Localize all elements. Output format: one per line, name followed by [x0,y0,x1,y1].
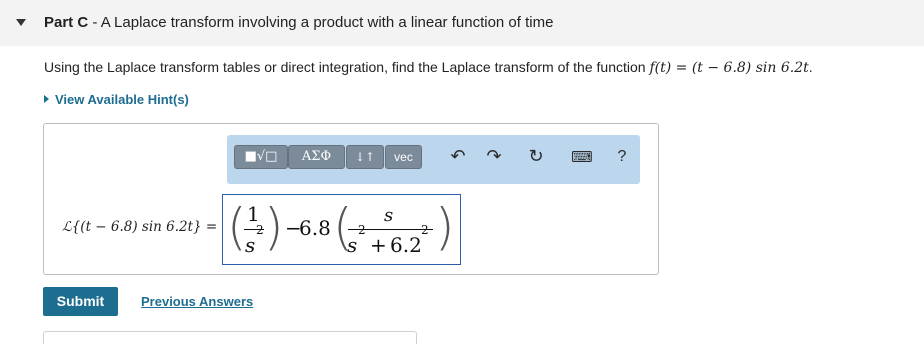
left-paren: ( [227,198,247,256]
answer-input[interactable]: ( 1 s 2 ) − 6.8 ( s s 2 + 6.2 2 ) [222,194,461,265]
submit-button[interactable]: Submit [43,287,118,316]
question-text: Using the Laplace transform tables or di… [44,59,813,76]
term2-exponent-s: 2 [358,223,366,237]
hint-caret-icon [44,95,49,103]
term2-denominator-s: s [347,233,358,257]
part-header: Part C - A Laplace transform involving a… [0,0,924,46]
reset-icon[interactable]: ↻ [525,146,547,168]
question-function: f(t) = (t − 6.8) sin 6.2t [649,60,809,76]
symbols-button[interactable]: ΑΣΦ [288,145,345,169]
term1-exponent: 2 [256,223,264,237]
part-title: Part C - A Laplace transform involving a… [44,14,553,31]
coefficient: 6.8 [299,216,331,240]
vec-button[interactable]: vec [385,145,422,169]
math-toolbar: ■√□ ΑΣΦ ↓↑ vec ↶ ↷ ↻ ⌨ ? [227,135,640,184]
feedback-box [43,331,417,344]
part-title-text: A Laplace transform involving a product … [100,14,554,31]
undo-icon[interactable]: ↶ [447,146,469,168]
right-paren: ) [435,198,455,256]
collapse-caret-icon[interactable] [16,19,26,26]
templates-button[interactable]: ■√□ [234,145,288,169]
hint-label: View Available Hint(s) [55,92,189,107]
help-icon[interactable]: ? [613,146,631,168]
answer-lhs: ℒ{(t − 6.8) sin 6.2t} = [62,219,218,235]
previous-answers-link[interactable]: Previous Answers [141,294,253,309]
part-separator: - [88,14,101,31]
term2-numerator: s [384,205,394,226]
arrows-button[interactable]: ↓↑ [346,145,384,169]
plus-sign: + [370,233,387,257]
view-hints-link[interactable]: View Available Hint(s) [44,92,189,107]
question-prompt: Using the Laplace transform tables or di… [44,59,650,75]
redo-icon[interactable]: ↷ [483,146,505,168]
keyboard-icon[interactable]: ⌨ [565,146,599,168]
term1-denominator: s [245,233,256,257]
part-label: Part C [44,14,89,31]
right-paren: ) [264,198,284,256]
term2-constant: 6.2 [390,233,422,257]
term2-exponent-constant: 2 [421,223,429,237]
question-end: . [808,59,813,75]
